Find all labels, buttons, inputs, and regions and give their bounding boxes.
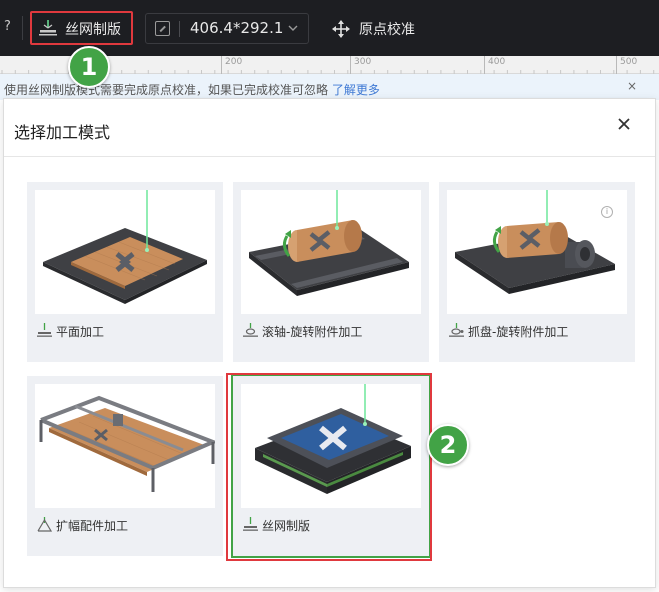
mode-card-label: 平面加工 (56, 325, 105, 339)
flat-laser-image (43, 190, 207, 304)
screen-print-icon (243, 517, 258, 531)
mode-card-label: 滚轴-旋转附件加工 (262, 325, 363, 339)
notice-message: 使用丝网制版模式需要完成原点校准，如果已完成校准可忽略 (4, 83, 329, 97)
chuck-mode-illustration: i (447, 190, 627, 314)
size-divider (179, 21, 180, 37)
mode-card-roller-rotary[interactable]: 滚轴-旋转附件加工 (233, 182, 429, 362)
toolbar-partial-icon: ? (4, 19, 11, 34)
ruler-label: 400 (488, 57, 506, 67)
notice-close-button[interactable]: × (627, 79, 637, 93)
ruler-tick: 500 (616, 56, 637, 74)
ruler-tick: 200 (221, 56, 242, 74)
dialog-title: 选择加工模式 (14, 123, 111, 142)
toolbar-divider (22, 16, 23, 40)
work-area-size-value: 406.4*292.1 (190, 19, 284, 37)
chuck-rotary-icon (449, 323, 464, 337)
screen-print-mode-illustration (241, 384, 421, 508)
screen-print-icon (39, 20, 57, 36)
step-badge-2: 2 (427, 424, 469, 466)
mode-button[interactable]: 丝网制版 (30, 11, 133, 45)
notice-learn-more-link[interactable]: 了解更多 (332, 83, 380, 97)
step-badge-1: 1 (68, 46, 110, 88)
ruler-label: 300 (354, 57, 372, 67)
resize-icon (155, 21, 170, 36)
origin-calibration-label: 原点校准 (359, 22, 415, 38)
extension-mode-illustration (35, 384, 215, 508)
ruler-label: 200 (225, 57, 243, 67)
screen-print-image (255, 384, 411, 494)
mode-card-flat[interactable]: 平面加工 (27, 182, 223, 362)
flat-laser-icon (37, 323, 52, 337)
mode-card-label: 扩幅配件加工 (56, 519, 129, 533)
move-cross-icon (332, 20, 350, 38)
work-area-size-select[interactable]: 406.4*292.1 (145, 13, 309, 44)
ruler-tick: 300 (350, 56, 371, 74)
mode-button-label: 丝网制版 (65, 22, 121, 38)
ruler-tick: 400 (484, 56, 505, 74)
flat-mode-illustration (35, 190, 215, 314)
ruler-label: 500 (620, 57, 638, 67)
processing-mode-dialog: 选择加工模式 平面加工 滚轴-旋转附件加工 i 抓盘-旋转附件加工 扩幅配件加工… (3, 98, 656, 588)
notice-text: 使用丝网制版模式需要完成原点校准，如果已完成校准可忽略 了解更多 (4, 81, 380, 98)
chuck-rotary-image (455, 190, 615, 294)
mode-card-label: 抓盘-旋转附件加工 (468, 325, 569, 339)
mode-card-chuck-rotary[interactable]: i 抓盘-旋转附件加工 (439, 182, 635, 362)
mode-card-extension[interactable]: 扩幅配件加工 (27, 376, 223, 556)
extension-kit-icon (37, 517, 52, 532)
chevron-down-icon[interactable] (286, 22, 300, 34)
roller-rotary-image (249, 190, 409, 296)
mode-card-screen-print[interactable]: 丝网制版 (231, 374, 431, 558)
dialog-divider (4, 156, 655, 157)
mode-card-label: 丝网制版 (262, 519, 311, 533)
close-icon[interactable] (616, 116, 632, 132)
extension-kit-image (39, 395, 215, 492)
info-icon[interactable]: i (601, 206, 613, 218)
roller-mode-illustration (241, 190, 421, 314)
roller-rotary-icon (243, 323, 258, 337)
